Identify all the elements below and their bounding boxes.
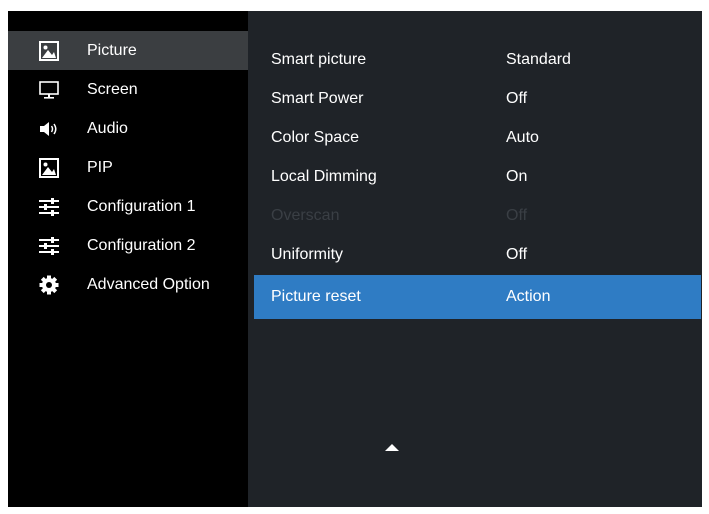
sidebar-item-label: Configuration 2 [87,237,196,254]
sidebar-item-advanced-option[interactable]: Advanced Option [8,265,248,304]
sidebar-item-configuration-2[interactable]: Configuration 2 [8,226,248,265]
sliders-icon [39,197,59,217]
sidebar-item-label: Picture [87,42,137,59]
setting-label: Local Dimming [271,168,377,185]
setting-row-local-dimming[interactable]: Local Dimming On [254,157,701,196]
setting-value: Off [506,90,528,107]
sidebar-item-label: Screen [87,81,138,98]
gear-icon [39,275,59,295]
setting-label: Uniformity [271,246,344,263]
sidebar-item-label: Audio [87,120,128,137]
setting-row-color-space[interactable]: Color Space Auto [254,118,701,157]
speaker-icon [39,119,59,139]
setting-label: Color Space [271,129,360,146]
setting-value: Standard [506,51,571,68]
sidebar-item-pip[interactable]: PIP [8,148,248,187]
monitor-icon [39,80,59,100]
sidebar-item-label: PIP [87,159,113,176]
sliders-icon [39,236,59,256]
setting-row-smart-picture[interactable]: Smart picture Standard [254,40,701,79]
setting-value: Auto [506,129,539,146]
setting-value: Action [506,288,551,305]
setting-row-smart-power[interactable]: Smart Power Off [254,79,701,118]
settings-panel: Smart picture Standard Smart Power Off C… [248,11,702,507]
setting-label: Smart Power [271,90,364,107]
picture-in-picture-icon [39,158,59,178]
sidebar-item-label: Configuration 1 [87,198,196,215]
setting-row-uniformity[interactable]: Uniformity Off [254,235,701,274]
sidebar-item-label: Advanced Option [87,276,210,293]
setting-value: Off [506,207,528,224]
picture-icon [39,41,59,61]
sidebar-item-configuration-1[interactable]: Configuration 1 [8,187,248,226]
setting-label: Picture reset [271,288,361,305]
setting-label: Smart picture [271,51,367,68]
setting-value: Off [506,246,528,263]
osd-menu: Picture Screen Audio PIP Configuration 1… [8,11,702,507]
sidebar-item-audio[interactable]: Audio [8,109,248,148]
sidebar-item-picture[interactable]: Picture [8,31,248,70]
setting-row-picture-reset[interactable]: Picture reset Action [254,275,701,319]
setting-label: Overscan [271,207,340,224]
setting-row-overscan: Overscan Off [254,196,701,235]
scroll-up-arrow-icon[interactable] [385,444,399,451]
sidebar-item-screen[interactable]: Screen [8,70,248,109]
setting-value: On [506,168,528,185]
sidebar: Picture Screen Audio PIP Configuration 1… [8,11,248,507]
